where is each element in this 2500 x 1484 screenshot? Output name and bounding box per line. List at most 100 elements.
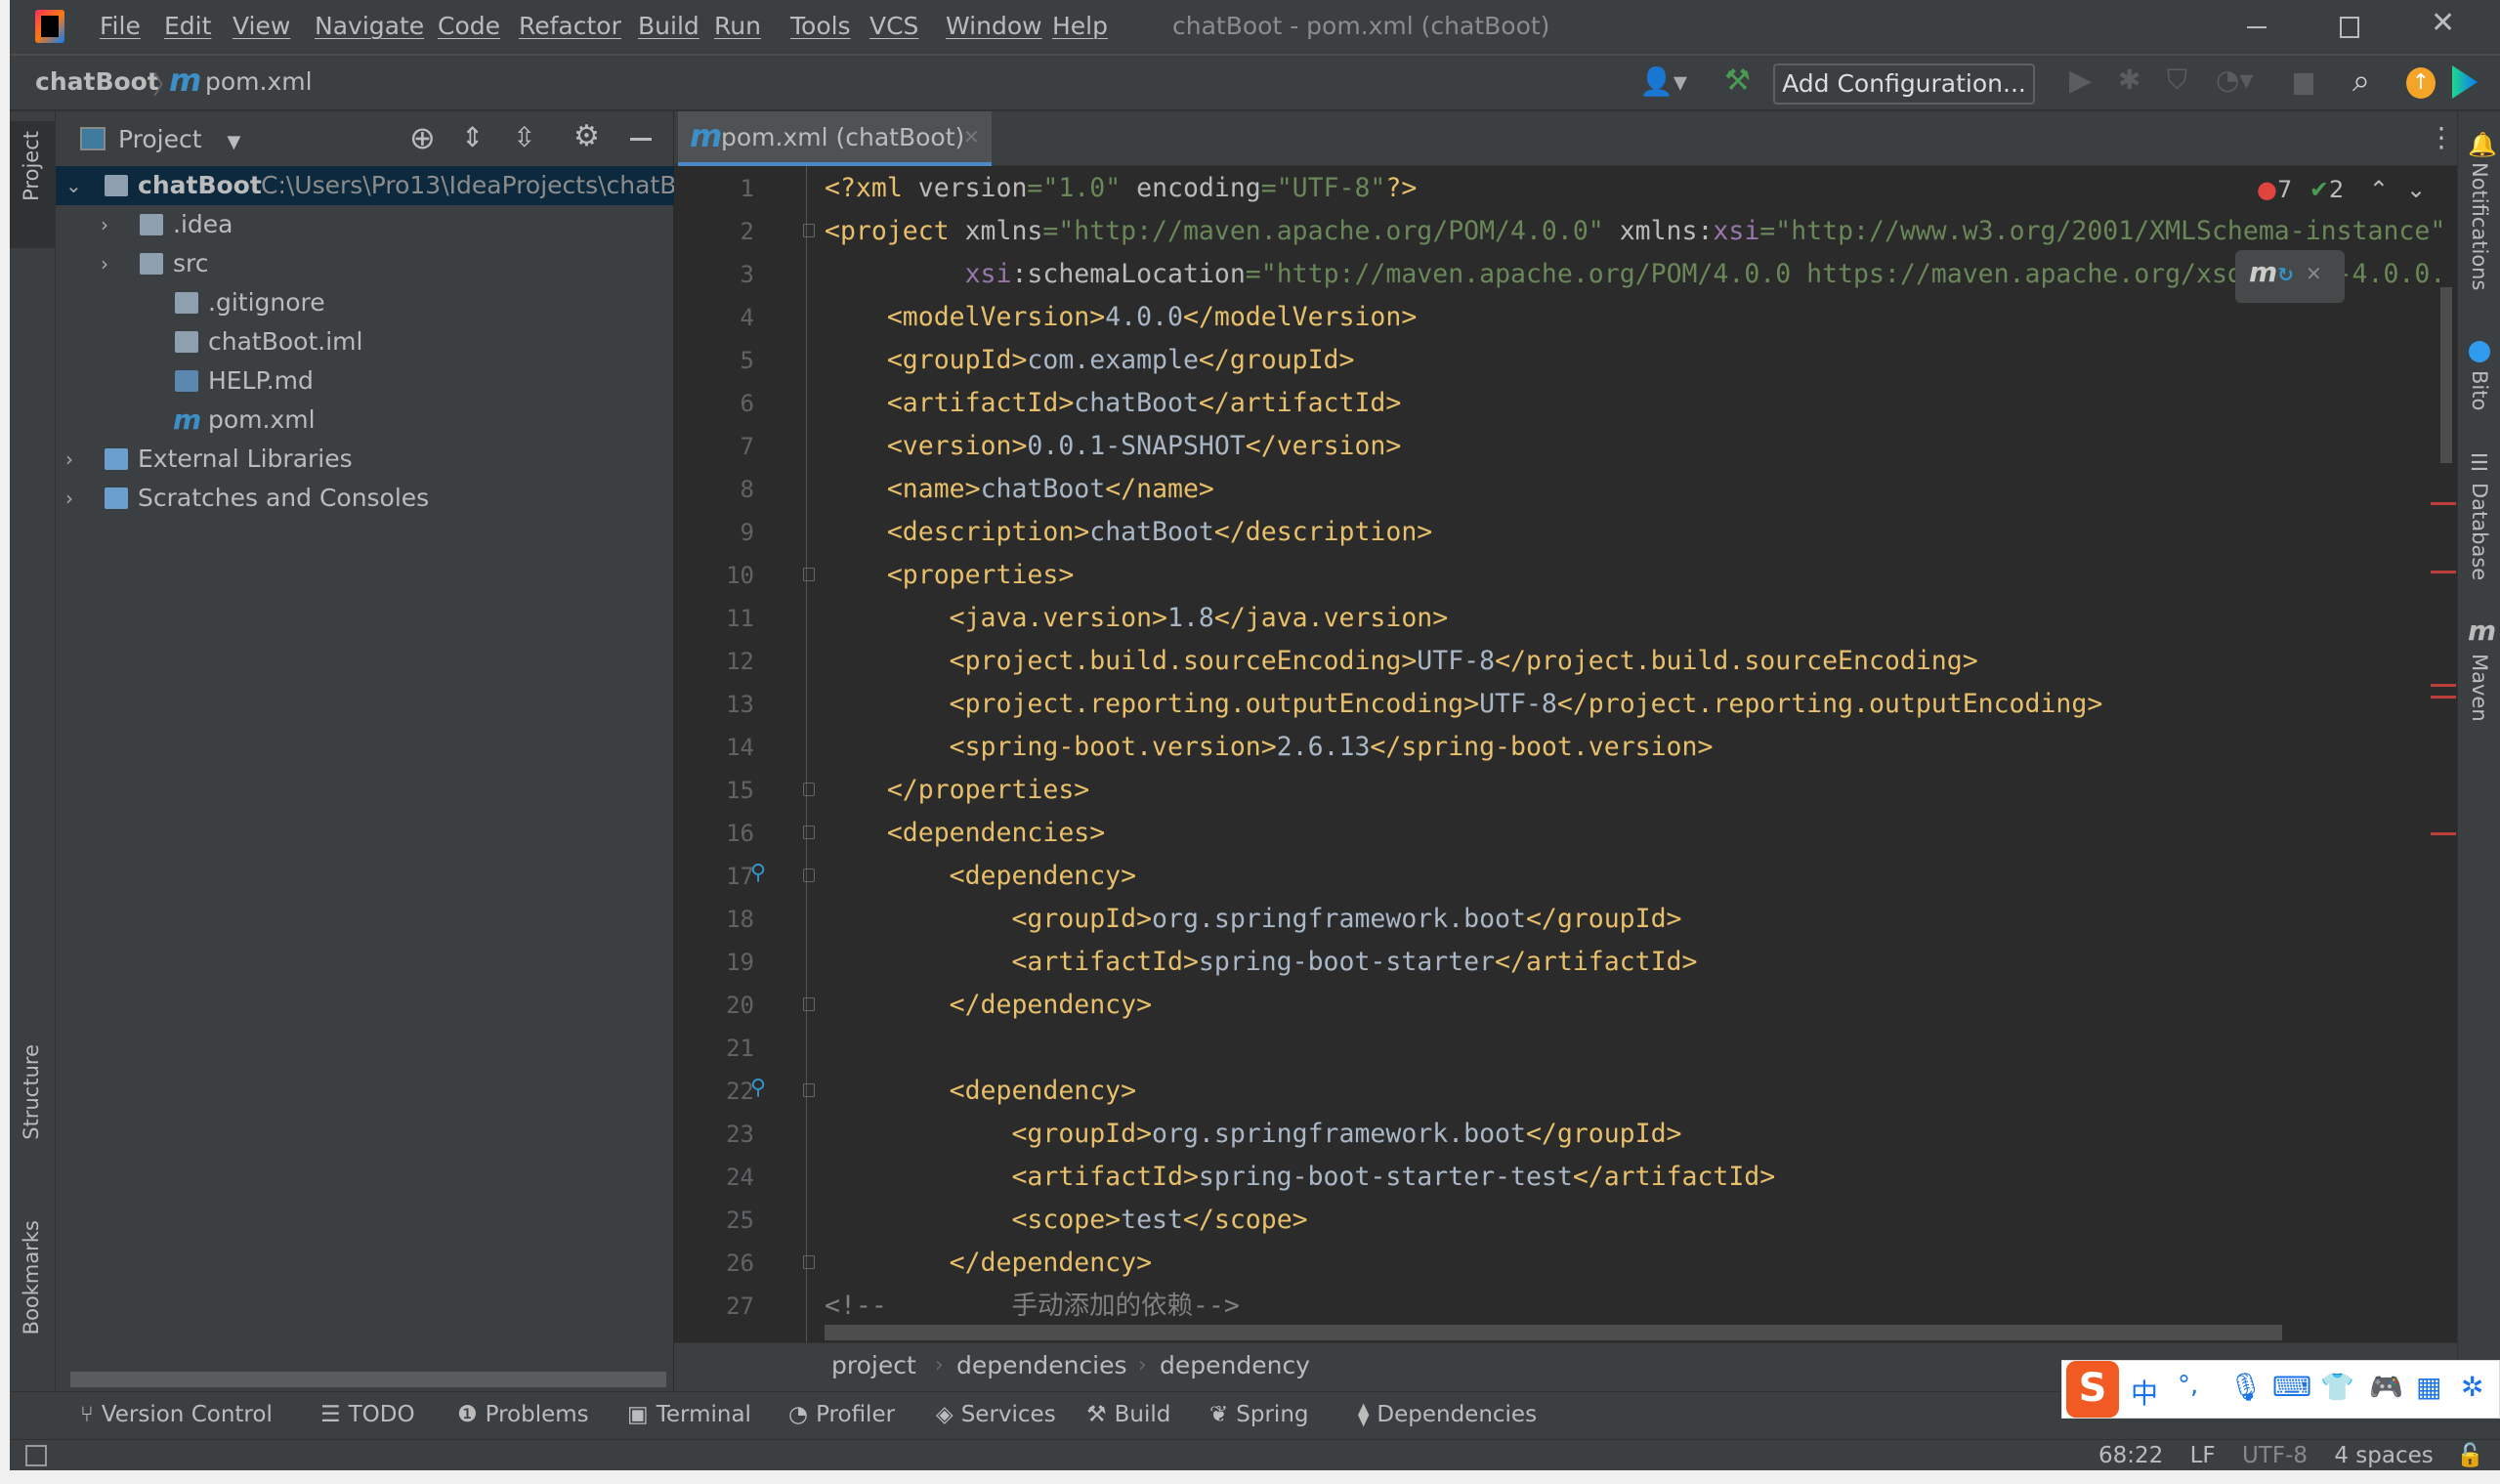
toolbox-grid-icon[interactable]: ▦	[2416, 1371, 2441, 1403]
run-icon[interactable]: ▶	[2069, 64, 2092, 98]
maven-tool-button[interactable]: Maven	[2468, 654, 2491, 722]
chevron-down-icon[interactable]: ⌄	[65, 166, 82, 205]
tool-window-todo[interactable]: ☰ TODO	[320, 1402, 415, 1427]
maven-reload-icon[interactable]: m↻	[2249, 256, 2294, 288]
menu-vcs[interactable]: VCS	[869, 12, 918, 40]
database-tool-button[interactable]: Database	[2468, 483, 2491, 580]
breadcrumb-item[interactable]: project	[831, 1351, 916, 1379]
fold-marker-icon[interactable]	[803, 1255, 815, 1269]
tree-item[interactable]: .gitignore	[56, 283, 674, 322]
menu-navigate[interactable]: Navigate	[315, 12, 424, 40]
menu-code[interactable]: Code	[438, 12, 500, 40]
error-stripe-mark[interactable]	[2431, 684, 2456, 687]
tree-item[interactable]: m pom.xml	[56, 401, 674, 440]
tree-item[interactable]: chatBoot.iml	[56, 322, 674, 361]
tree-item[interactable]: › src	[56, 244, 674, 283]
tab-pom-xml[interactable]: m pom.xml (chatBoot) ✕	[678, 111, 992, 166]
hide-panel-icon[interactable]	[630, 138, 652, 141]
settings-icon[interactable]: ✲	[2461, 1371, 2483, 1403]
menu-window[interactable]: Window	[946, 12, 1042, 40]
editor-horizontal-scrollbar[interactable]	[825, 1325, 2282, 1340]
menu-refactor[interactable]: Refactor	[519, 12, 621, 40]
game-icon[interactable]: 🎮	[2369, 1371, 2403, 1403]
tool-window-spring[interactable]: ❦ Spring	[1209, 1402, 1309, 1427]
nav-project[interactable]: chatBoot	[35, 67, 159, 96]
caret-position[interactable]: 68:22	[2098, 1443, 2163, 1468]
keyboard-icon[interactable]: ⌨	[2272, 1371, 2311, 1403]
tool-window-version-control[interactable]: ⑂ Version Control	[80, 1402, 273, 1427]
chevron-right-icon[interactable]: ›	[65, 440, 73, 479]
tool-window-problems[interactable]: ❶ Problems	[457, 1402, 589, 1427]
structure-tool-button[interactable]: Structure	[20, 1044, 43, 1140]
nav-file[interactable]: pom.xml	[205, 67, 313, 96]
skin-icon[interactable]: 👕	[2320, 1371, 2354, 1403]
maven-reload-popup[interactable]: m↻ ✕	[2235, 250, 2345, 303]
collapse-all-icon[interactable]: ⇳	[513, 121, 535, 153]
gear-icon[interactable]: ⚙	[573, 119, 600, 153]
breadcrumb-item[interactable]: dependency	[1160, 1351, 1310, 1379]
error-stripe-mark[interactable]	[2431, 571, 2456, 573]
coverage-icon[interactable]: ⛉	[2167, 64, 2187, 97]
build-hammer-icon[interactable]: ⚒	[1724, 64, 1751, 98]
tree-item[interactable]: HELP.md	[56, 361, 674, 401]
fold-marker-icon[interactable]	[803, 568, 815, 581]
sogou-logo-icon[interactable]: S	[2066, 1361, 2119, 1418]
search-icon[interactable]: ⌕	[2352, 62, 2370, 100]
error-stripe-mark[interactable]	[2431, 502, 2456, 505]
horizontal-scrollbar[interactable]	[70, 1372, 666, 1387]
stop-icon[interactable]	[2294, 73, 2313, 95]
menu-view[interactable]: View	[233, 12, 290, 40]
minimize-button[interactable]	[2247, 26, 2267, 28]
project-tool-button[interactable]: Project	[10, 121, 55, 248]
menu-build[interactable]: Build	[638, 12, 699, 40]
tree-item[interactable]: › .idea	[56, 205, 674, 244]
fold-marker-icon[interactable]	[803, 1083, 815, 1097]
lock-icon[interactable]: 🔓	[2456, 1443, 2484, 1468]
fold-marker-icon[interactable]	[803, 826, 815, 839]
project-view-dropdown[interactable]: Project ▼	[118, 125, 240, 153]
bookmarks-tool-button[interactable]: Bookmarks	[20, 1220, 43, 1335]
menu-run[interactable]: Run	[714, 12, 761, 40]
error-stripe-mark[interactable]	[2431, 696, 2456, 699]
chevron-right-icon[interactable]: ›	[101, 205, 108, 244]
locate-icon[interactable]: ⊕	[409, 119, 436, 156]
run-gutter-icon[interactable]: ⚲	[750, 861, 766, 885]
editor-vertical-scrollbar[interactable]	[2440, 287, 2452, 463]
chevron-right-icon[interactable]: ›	[101, 244, 108, 283]
fold-marker-icon[interactable]	[803, 869, 815, 882]
tool-window-terminal[interactable]: ▣ Terminal	[627, 1402, 751, 1427]
tree-item[interactable]: ⌄ chatBoot C:\Users\Pro13\IdeaProjects\cha…	[56, 166, 674, 205]
menu-help[interactable]: Help	[1052, 12, 1108, 40]
profile-icon[interactable]: ◔▾	[2216, 64, 2254, 96]
breadcrumb-item[interactable]: dependencies	[956, 1351, 1127, 1379]
tree-item[interactable]: › External Libraries	[56, 440, 674, 479]
indent-setting[interactable]: 4 spaces	[2334, 1443, 2433, 1468]
line-separator[interactable]: LF	[2190, 1443, 2216, 1468]
ime-language[interactable]: 中	[2131, 1373, 2158, 1412]
close-popup-icon[interactable]: ✕	[2306, 262, 2322, 285]
notifications-tool-button[interactable]: Notifications	[2468, 162, 2491, 290]
microphone-icon[interactable]: 🎙	[2228, 1371, 2264, 1403]
tool-window-services[interactable]: ◈ Services	[936, 1402, 1056, 1427]
toggle-tool-windows-icon[interactable]	[25, 1445, 47, 1466]
toolbox-icon[interactable]	[2452, 65, 2478, 99]
menu-file[interactable]: File	[100, 12, 141, 40]
fold-marker-icon[interactable]	[803, 783, 815, 796]
chevron-right-icon[interactable]: ›	[65, 479, 73, 518]
tool-window-build[interactable]: ⚒ Build	[1086, 1402, 1170, 1427]
more-tabs-icon[interactable]: ⋮	[2428, 121, 2455, 153]
ime-punctuation[interactable]: °,	[2178, 1371, 2198, 1400]
inspection-widget[interactable]: ●7 ✔2 ⌃ ⌄	[2257, 176, 2426, 203]
fold-marker-icon[interactable]	[803, 997, 815, 1011]
add-configuration-button[interactable]: Add Configuration...	[1773, 64, 2035, 105]
tool-window-dependencies[interactable]: ⧫ Dependencies	[1358, 1402, 1537, 1427]
menu-edit[interactable]: Edit	[164, 12, 211, 40]
tree-item[interactable]: › Scratches and Consoles	[56, 479, 674, 518]
close-button[interactable]: ✕	[2431, 6, 2455, 40]
expand-all-icon[interactable]: ⇕	[461, 121, 484, 153]
user-icon[interactable]: 👤▾	[1639, 65, 1687, 98]
close-tab-icon[interactable]: ✕	[963, 125, 980, 148]
debug-icon[interactable]: ✱	[2118, 64, 2140, 96]
error-stripe-mark[interactable]	[2431, 832, 2456, 835]
fold-marker-icon[interactable]	[803, 224, 815, 237]
